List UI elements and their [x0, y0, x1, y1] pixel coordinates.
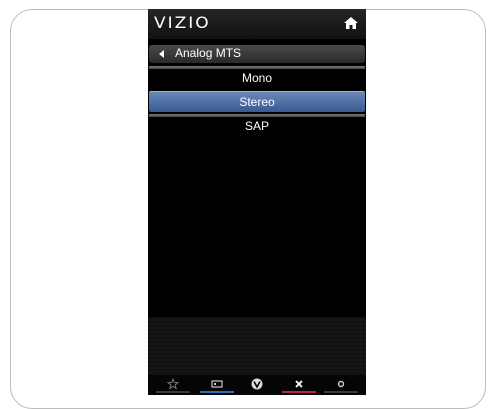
menu-item-label: Mono — [241, 71, 273, 85]
menu-item-mono[interactable]: Mono — [149, 66, 365, 87]
menu-item-stereo[interactable]: Stereo — [149, 91, 365, 112]
close-icon — [295, 380, 303, 388]
bottom-button-bar — [148, 375, 366, 395]
favorites-underline — [156, 391, 190, 393]
exit-underline — [282, 391, 316, 393]
brand-logo: VIZIO — [154, 13, 211, 33]
top-bar: VIZIO — [148, 9, 366, 39]
tv-menu-panel: VIZIO Analog MTS Mono Stereo SAP — [148, 9, 366, 395]
input-underline — [200, 391, 234, 393]
menu-item-label: Stereo — [239, 95, 275, 109]
back-arrow-icon[interactable] — [159, 50, 164, 58]
vizio-button[interactable] — [238, 375, 276, 395]
star-icon — [167, 378, 179, 390]
menu-header-back[interactable]: Analog MTS — [149, 45, 365, 63]
menu-item-sap[interactable]: SAP — [149, 114, 365, 135]
footer-band — [148, 317, 366, 377]
settings-underline — [324, 391, 358, 393]
settings-button[interactable] — [322, 375, 360, 395]
input-button[interactable] — [198, 375, 236, 395]
input-icon — [211, 380, 223, 388]
menu-item-label: SAP — [244, 119, 269, 133]
favorites-button[interactable] — [154, 375, 192, 395]
home-icon[interactable] — [343, 15, 359, 31]
menu-title: Analog MTS — [175, 46, 242, 60]
vizio-logo-icon — [251, 378, 263, 390]
exit-button[interactable] — [280, 375, 318, 395]
gear-icon — [337, 380, 345, 388]
